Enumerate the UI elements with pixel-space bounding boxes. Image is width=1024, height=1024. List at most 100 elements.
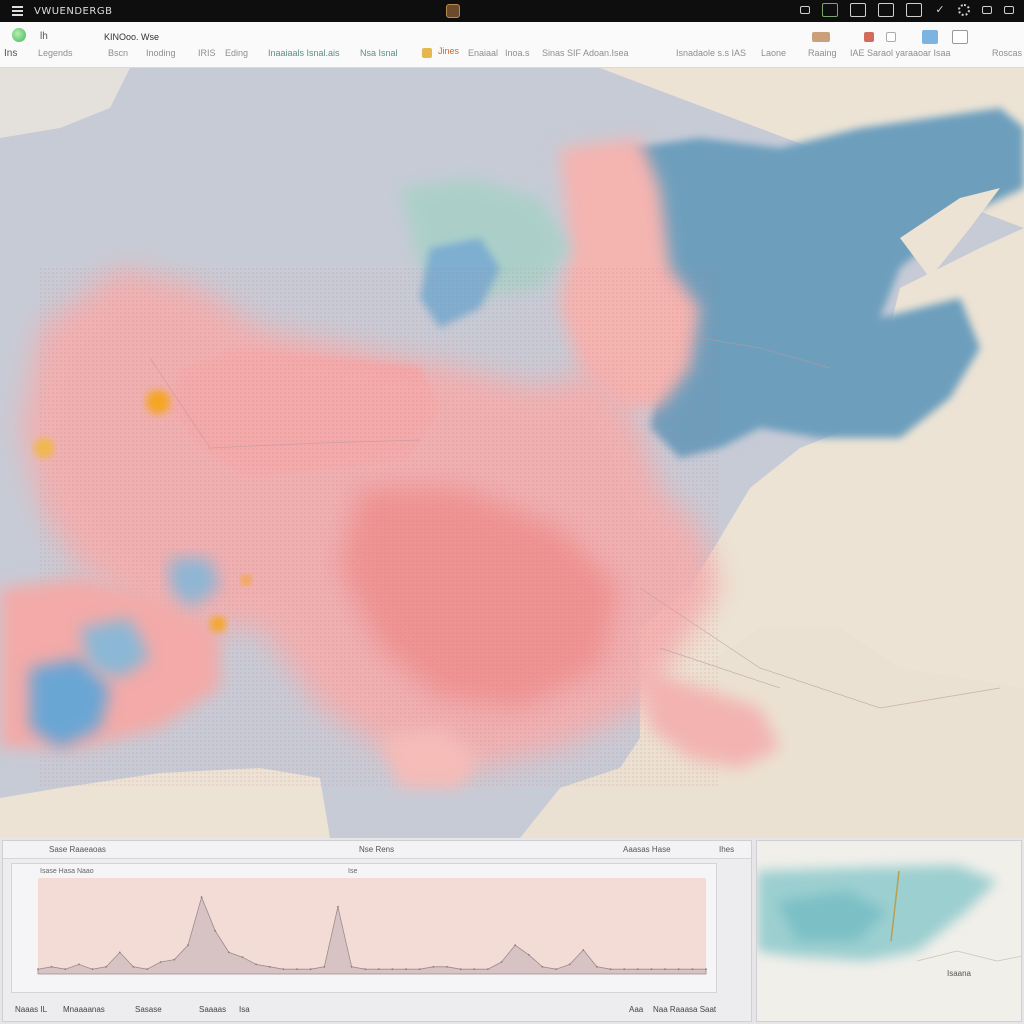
bottom-panel: Sase Raaeaoas Nse Rens Aaasas Hase Ihes … — [0, 838, 1024, 1024]
toolbar-item-15[interactable]: IAE Saraol yaraaoar Isaa — [850, 48, 951, 58]
chart-point — [78, 963, 80, 966]
footer-item-1[interactable]: Naaas IL — [15, 1005, 47, 1014]
footer-item-2[interactable]: Mnaaaanas — [63, 1005, 105, 1014]
window-tray: ✓ — [800, 3, 1014, 17]
chart-point — [487, 968, 489, 971]
toolbar-item-4[interactable]: IRIS — [198, 48, 216, 58]
toolbar-item-16[interactable]: Roscas — [992, 48, 1022, 58]
chart-point — [50, 965, 53, 968]
chart-point — [405, 968, 407, 971]
map-svg — [0, 68, 1024, 838]
side-map-panel[interactable]: Isaana — [756, 840, 1022, 1022]
lock-icon[interactable] — [982, 6, 992, 14]
chart-header-far: Ihes — [719, 845, 735, 854]
toolbar-item-8[interactable]: Jines — [438, 46, 459, 56]
chart-point — [418, 968, 421, 971]
record-icon[interactable] — [864, 32, 874, 42]
footer-item-4[interactable]: Saaaas — [199, 1005, 226, 1014]
toolbar-item-7[interactable]: Nsa Isnal — [360, 48, 398, 58]
mini-map-label: Isaana — [946, 969, 971, 978]
window-icon[interactable] — [800, 6, 810, 14]
chart-point — [337, 905, 339, 908]
globe-icon[interactable] — [12, 28, 26, 42]
chart-point — [514, 944, 516, 947]
chart-header-right: Aaasas Hase — [623, 845, 671, 854]
toolbar-item-2[interactable]: Bscn — [108, 48, 128, 58]
chart-header-left: Sase Raaeaoas — [49, 845, 106, 854]
chart-point — [187, 944, 189, 947]
chevron-down-icon[interactable]: ✓ — [934, 3, 946, 17]
toolbar-item-12[interactable]: Isnadaole s.s IAS — [676, 48, 746, 58]
chart-point — [91, 968, 94, 971]
toolbar-item-legends[interactable]: Legends — [38, 48, 73, 58]
display-icon[interactable] — [850, 3, 866, 17]
bell-icon[interactable] — [422, 48, 432, 58]
footer-item-5[interactable]: Isa — [239, 1005, 250, 1014]
chart-point — [541, 965, 544, 968]
footer-item-7[interactable]: Naa Raaasa Saat — [653, 1005, 716, 1014]
left-label: lh — [40, 31, 48, 42]
chart-point — [391, 968, 394, 971]
chart-point — [555, 968, 557, 971]
highlight-b — [34, 438, 54, 458]
highlight-c — [210, 616, 226, 632]
chart-point — [432, 965, 435, 968]
chart-point — [650, 968, 653, 971]
map-canvas[interactable] — [0, 68, 1024, 838]
chart-point — [296, 968, 298, 971]
shield-icon[interactable] — [886, 32, 896, 42]
area-chart — [37, 878, 707, 975]
toolbar-item-13[interactable]: Laone — [761, 48, 786, 58]
chart-point — [309, 968, 312, 971]
toolbar-item-14[interactable]: Raaing — [808, 48, 837, 58]
mini-map — [757, 841, 1021, 1021]
document-icon[interactable] — [906, 3, 922, 17]
profile-icon[interactable] — [952, 30, 968, 44]
battery-icon — [1004, 6, 1014, 14]
chart-point — [255, 963, 257, 966]
toolbar-item-5[interactable]: Eding — [225, 48, 248, 58]
chart-point — [459, 968, 462, 971]
chart-point — [37, 968, 39, 971]
chart-point — [636, 968, 639, 971]
toolbar-item-10[interactable]: Inoa.s — [505, 48, 530, 58]
chart-point — [64, 968, 67, 971]
chart-footer: Naaas IL Mnaaaanas Sasase Saaaas Isa Aaa… — [3, 999, 751, 1021]
chart-point — [214, 929, 217, 932]
chart-point — [473, 968, 476, 971]
plot-mid-label: Ise — [348, 868, 358, 875]
chart-point — [705, 968, 707, 971]
title-bar: VWUENDERGB ✓ — [0, 0, 1024, 22]
footer-item-6[interactable]: Aaa — [629, 1005, 643, 1014]
chart-point — [568, 963, 571, 966]
chart-point — [241, 956, 244, 959]
plot-background — [38, 878, 706, 974]
chart-point — [582, 949, 585, 951]
chart-point — [527, 953, 530, 956]
gear-icon[interactable] — [958, 4, 970, 16]
chart-point — [132, 965, 135, 968]
chart-point — [173, 958, 176, 961]
hamburger-menu-icon[interactable] — [6, 0, 28, 22]
chart-point — [159, 961, 162, 963]
chart-point — [105, 965, 108, 968]
chart-point — [228, 951, 230, 954]
chart-point — [146, 968, 149, 971]
toolbar-item-6[interactable]: Inaaiaals Isnal.ais — [268, 48, 340, 58]
toolbar-item-9[interactable]: Enaiaal — [468, 48, 498, 58]
chart-header-mid: Nse Rens — [359, 845, 395, 854]
toolbar-item-3[interactable]: Inoding — [146, 48, 176, 58]
toolbar-item-11[interactable]: Sinas SIF Adoan.Isea — [542, 48, 629, 58]
folder-icon[interactable] — [812, 32, 830, 42]
chart-point — [350, 965, 353, 968]
cloud-icon[interactable] — [922, 30, 938, 44]
plot-area[interactable]: Isase Hasa Naao Ise — [11, 863, 717, 993]
footer-item-3[interactable]: Sasase — [135, 1005, 162, 1014]
chart-point — [364, 968, 367, 971]
chart-point — [596, 965, 598, 968]
chart-panel-header: Sase Raaeaoas Nse Rens Aaasas Hase Ihes — [3, 841, 751, 859]
layer-icon[interactable] — [822, 3, 838, 17]
image-icon[interactable] — [878, 3, 894, 17]
chart-point — [200, 896, 203, 899]
chart-point — [377, 968, 380, 971]
